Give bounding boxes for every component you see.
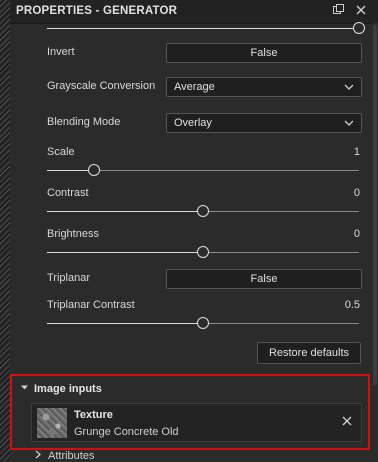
panel-scrollbar[interactable]	[372, 23, 378, 461]
texture-thumbnail	[37, 408, 67, 438]
contrast-value: 0	[353, 187, 360, 199]
triplanar-contrast-value: 0.5	[344, 299, 360, 311]
grayscale-value: Average	[174, 81, 215, 93]
restore-defaults-button[interactable]: Restore defaults	[257, 342, 361, 364]
grayscale-label: Grayscale Conversion	[47, 80, 156, 92]
image-inputs-title: Image inputs	[34, 383, 102, 395]
blending-mode-select[interactable]: Overlay	[166, 113, 362, 133]
brightness-label: Brightness	[47, 228, 99, 240]
scale-slider[interactable]	[47, 164, 359, 176]
background-canvas-strip	[0, 0, 10, 461]
triplanar-contrast-label: Triplanar Contrast	[47, 299, 135, 311]
close-icon[interactable]	[341, 415, 353, 427]
image-input-title: Texture	[74, 409, 113, 421]
scale-slider-handle[interactable]	[87, 164, 100, 176]
float-window-icon[interactable]	[331, 4, 345, 18]
attributes-header[interactable]: Attributes	[34, 450, 94, 462]
grayscale-select[interactable]: Average	[166, 77, 362, 97]
triplanar-contrast-slider[interactable]	[47, 317, 359, 329]
properties-panel: PROPERTIES - GENERATOR Invert False Gray…	[10, 0, 378, 462]
contrast-slider[interactable]	[47, 205, 359, 217]
invert-toggle[interactable]: False	[166, 43, 362, 63]
image-input-name: Grunge Concrete Old	[74, 426, 179, 438]
blending-mode-value: Overlay	[174, 117, 212, 129]
brightness-slider[interactable]	[47, 246, 359, 258]
panel-title: PROPERTIES - GENERATOR	[16, 5, 178, 17]
previous-slider-handle[interactable]	[353, 22, 365, 34]
triplanar-contrast-slider-handle[interactable]	[197, 317, 209, 329]
previous-slider-track[interactable]	[47, 22, 365, 34]
panel-titlebar: PROPERTIES - GENERATOR	[10, 0, 378, 24]
scale-label: Scale	[47, 146, 75, 158]
image-inputs-header[interactable]: Image inputs	[20, 383, 102, 395]
contrast-label: Contrast	[47, 187, 89, 199]
chevron-down-icon	[21, 385, 28, 390]
invert-label: Invert	[47, 46, 75, 58]
chevron-right-icon	[35, 450, 41, 459]
triplanar-label: Triplanar	[47, 272, 90, 284]
brightness-slider-handle[interactable]	[197, 246, 209, 258]
contrast-slider-handle[interactable]	[197, 205, 209, 217]
close-panel-icon[interactable]	[354, 4, 368, 18]
brightness-value: 0	[353, 228, 360, 240]
chevron-down-icon	[344, 84, 354, 90]
blending-mode-label: Blending Mode	[47, 116, 121, 128]
chevron-down-icon	[344, 120, 354, 126]
triplanar-toggle[interactable]: False	[166, 269, 362, 289]
scrollbar-thumb[interactable]	[373, 25, 377, 385]
scale-value: 1	[353, 146, 360, 158]
attributes-label: Attributes	[48, 450, 95, 462]
image-input-card[interactable]: Texture Grunge Concrete Old	[31, 403, 362, 442]
